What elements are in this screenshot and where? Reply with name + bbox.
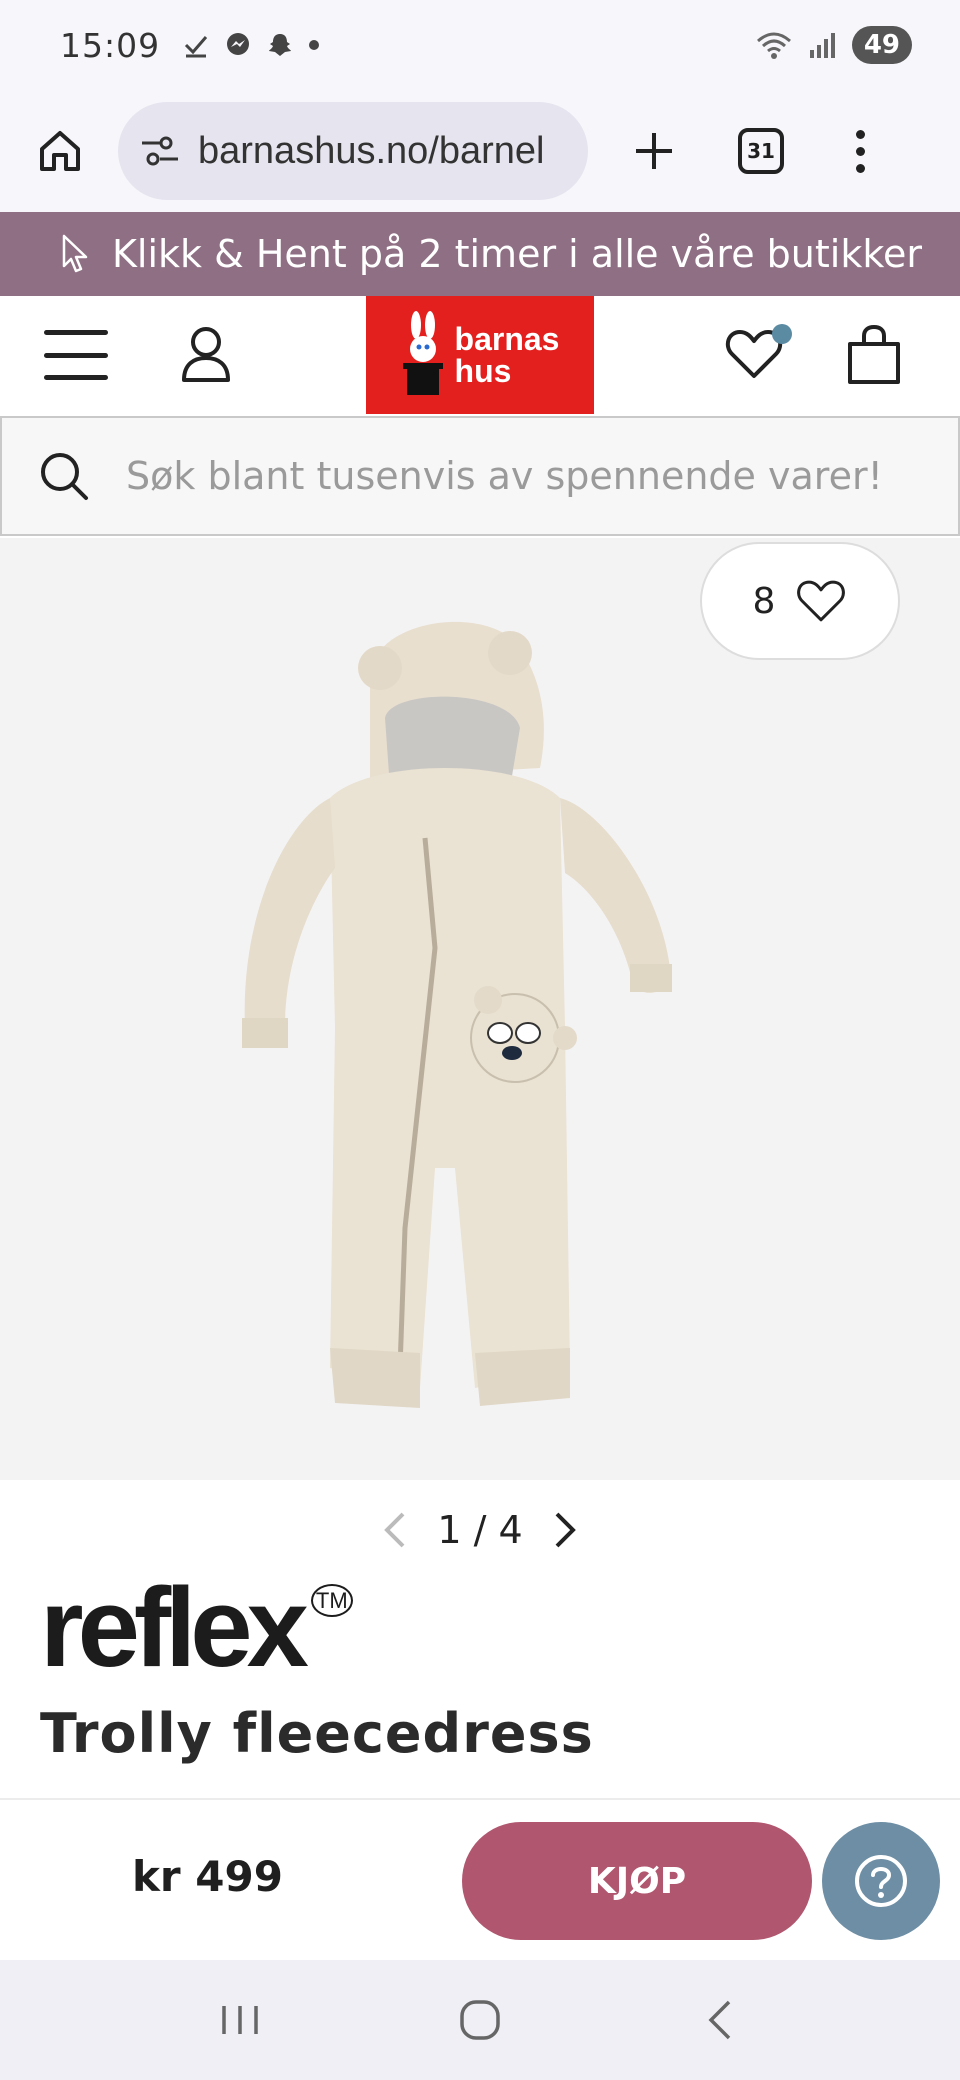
dot-icon [309,40,320,50]
chevron-right-icon [555,1512,576,1548]
home-nav-button[interactable] [445,1990,515,2050]
home-circle-icon [460,2000,500,2040]
bunny-hat-icon [402,311,443,395]
cursor-icon [62,234,88,273]
search-bar [0,416,960,536]
buy-button[interactable]: KJØP [462,1822,812,1940]
messenger-icon [227,33,250,55]
user-icon [182,327,230,382]
search-input[interactable] [126,454,926,498]
site-settings-icon [142,136,178,166]
price: kr 499 [132,1852,283,1901]
promo-text: Klikk & Hent på 2 timer i alle våre buti… [112,232,922,276]
previous-image-button[interactable] [375,1505,415,1555]
logo-text-line1: barnas [454,321,560,357]
address-bar[interactable]: barnashus.no/barnel [118,102,588,200]
brand-logo[interactable]: reflex TM [40,1572,353,1684]
more-menu-button[interactable] [840,121,880,181]
next-image-button[interactable] [545,1505,585,1555]
status-time: 15:09 [60,25,161,65]
account-button[interactable] [178,324,234,384]
shopping-bag-icon [848,324,900,384]
logo-text-line2: hus [454,353,512,389]
new-tab-button[interactable] [624,121,684,181]
back-icon [708,2000,731,2040]
image-pager: 1 / 4 [0,1482,960,1578]
sticky-buy-bar: kr 499 KJØP [0,1798,960,1960]
help-button[interactable] [822,1822,940,1940]
pager-text: 1 / 4 [437,1508,523,1552]
product-gallery[interactable]: 8 [0,538,960,1480]
product-title: Trolly fleecedress [40,1702,594,1765]
url-text: barnashus.no/barnel [198,129,545,172]
signal-icon [809,33,835,58]
wishlist-badge [772,324,792,344]
status-bar: 15:09 49 [0,0,960,90]
cart-button[interactable] [846,324,902,386]
product-image [242,621,672,1408]
home-icon [40,131,80,171]
tab-switcher-button[interactable]: 31 [738,128,784,174]
wifi-icon [756,32,791,59]
system-navigation-bar [0,1960,960,2080]
question-icon [855,1855,907,1907]
system-icons: 49 [754,26,912,64]
back-button[interactable] [685,1990,755,2050]
check-icon [185,36,208,58]
heart-outline-icon [797,580,846,622]
recent-apps-icon [222,2006,258,2034]
site-logo[interactable]: barnas hus [366,296,594,414]
search-icon [41,453,88,500]
chevron-left-icon [384,1512,405,1548]
snapchat-icon [269,34,292,56]
home-button[interactable] [22,113,98,189]
notification-icons [182,31,320,59]
battery-indicator: 49 [851,26,912,64]
truncated-subtitle [40,1790,380,1798]
site-header: barnas hus [0,296,960,414]
recent-apps-button[interactable] [205,1990,275,2050]
brand-name: reflex [40,1565,309,1690]
menu-button[interactable] [44,330,108,380]
plus-icon [636,133,672,169]
browser-toolbar: barnashus.no/barnel 31 [0,90,960,212]
promo-banner[interactable]: Klikk & Hent på 2 timer i alle våre buti… [0,212,960,296]
trademark-mark: TM [310,1584,353,1617]
wishlist-button[interactable] [724,324,792,386]
